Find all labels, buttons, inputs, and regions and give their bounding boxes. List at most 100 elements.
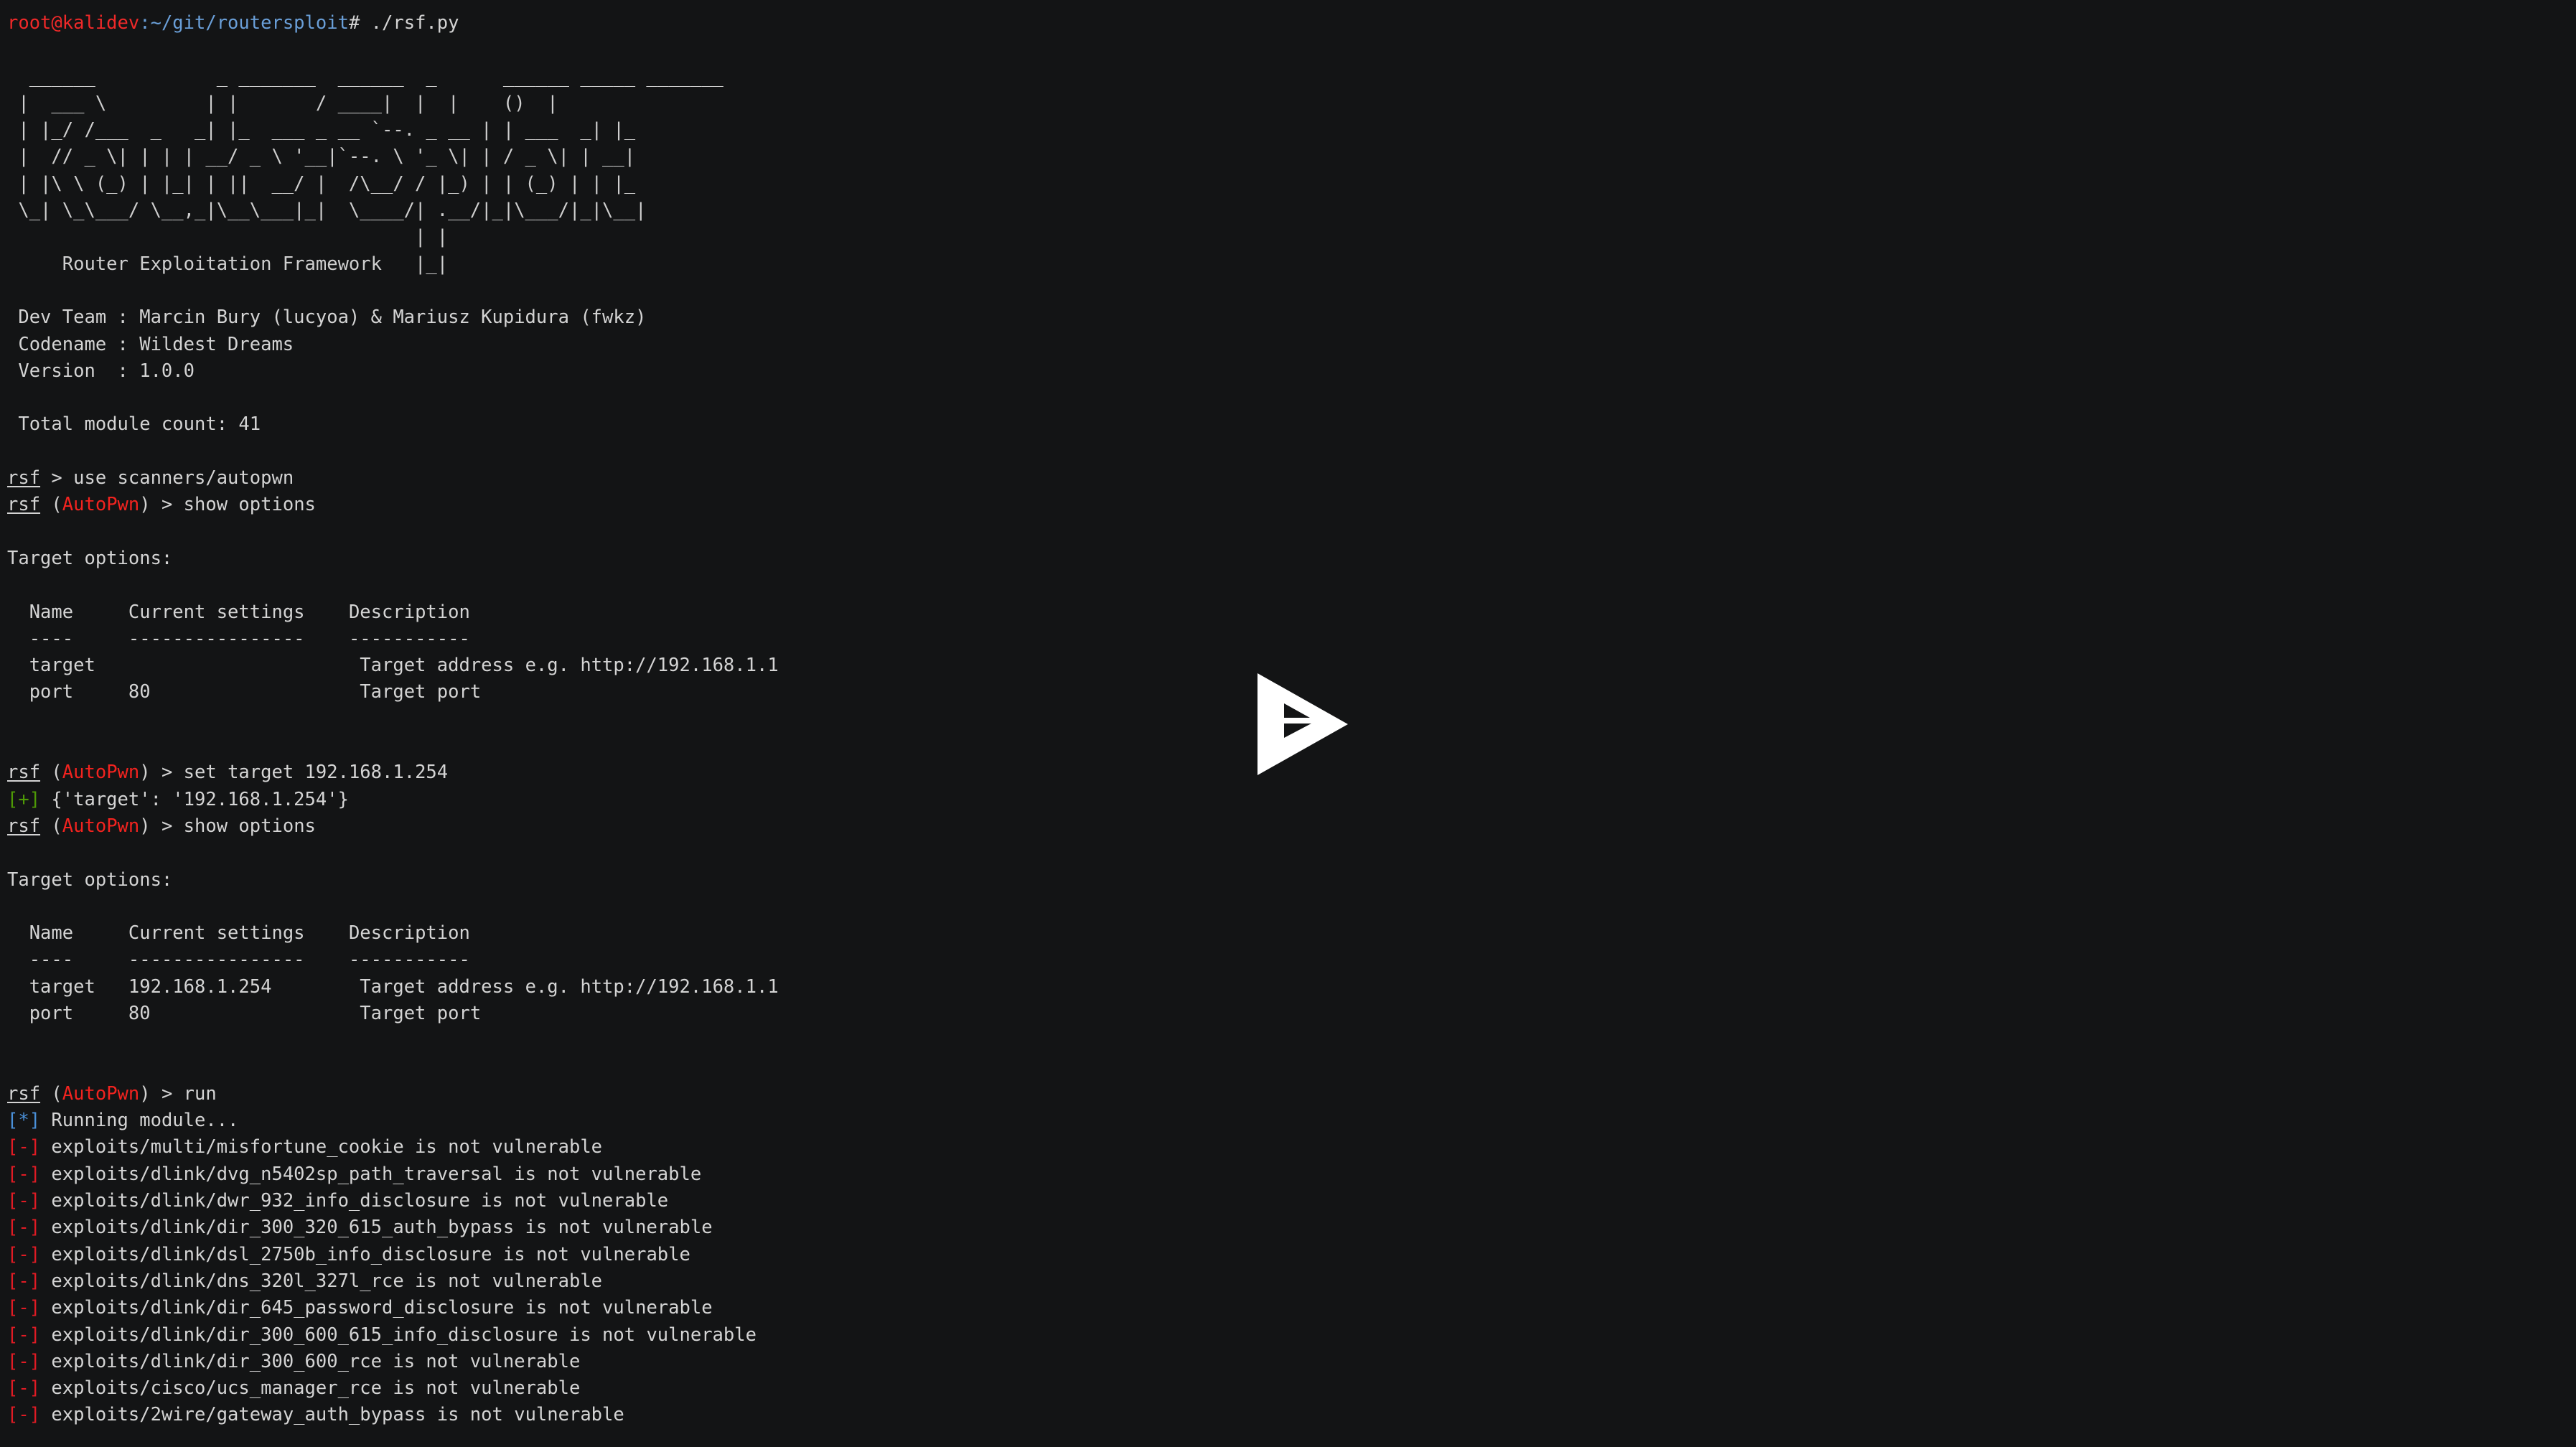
- rsf-command-text: show options: [183, 494, 316, 516]
- rsf-command-run: rsf (AutoPwn) > run: [7, 1081, 2576, 1108]
- banner-dev-team: Dev Team : Marcin Bury (lucyoa) & Marius…: [7, 306, 647, 329]
- rsf-label: rsf: [7, 467, 41, 490]
- ascii-line-2: | ___ \ | | / ____| | | () |: [7, 92, 558, 114]
- col-header-current-settings: Current settings: [128, 922, 305, 945]
- scan-result-text: exploits/dlink/dir_645_password_disclosu…: [40, 1297, 713, 1319]
- shell-sigil: #: [348, 12, 371, 34]
- cell-name: target: [7, 975, 128, 998]
- options-table-after-set: Name Current settings Description ---- -…: [7, 920, 2576, 1027]
- rsf-arrow: >: [150, 494, 184, 516]
- table-header-row: Name Current settings Description: [7, 920, 2576, 947]
- sep-name: ----: [7, 949, 74, 971]
- scan-results-list: [-] exploits/multi/misfortune_cookie is …: [7, 1134, 2576, 1428]
- rsf-label: rsf: [7, 762, 41, 784]
- ascii-line-3: | |_/ /___ _ _| |_ ___ _ __ `--. _ __ | …: [7, 119, 636, 141]
- table-separator-row: ---- ---------------- -----------: [7, 947, 2576, 973]
- scan-result-line: [-] exploits/dlink/dsl_2750b_info_disclo…: [7, 1242, 2576, 1268]
- fail-tag: [-]: [7, 1377, 41, 1400]
- cell-current: 80: [128, 681, 360, 703]
- paren-close: ): [139, 815, 151, 837]
- set-result-text: {'target': '192.168.1.254'}: [40, 788, 349, 810]
- scan-result-line: [-] exploits/cisco/ucs_manager_rce is no…: [7, 1375, 2576, 1402]
- sep-current: ----------------: [128, 949, 305, 971]
- scan-result-text: exploits/dlink/dir_300_600_615_info_disc…: [40, 1324, 757, 1346]
- target-options-heading-1: Target options:: [7, 547, 173, 569]
- fail-tag: [-]: [7, 1404, 41, 1426]
- scan-result-line: [-] exploits/dlink/dns_320l_327l_rce is …: [7, 1268, 2576, 1295]
- rsf-module-name: AutoPwn: [62, 494, 140, 516]
- cell-name: port: [7, 1002, 128, 1024]
- rsf-command-text: show options: [183, 815, 316, 837]
- rsf-command-use: rsf > use scanners/autopwn: [7, 465, 2576, 492]
- play-video-button[interactable]: [1257, 673, 1348, 775]
- col-header-current-settings: Current settings: [128, 601, 305, 623]
- scan-result-text: exploits/multi/misfortune_cookie is not …: [40, 1136, 603, 1158]
- banner-version: Version : 1.0.0: [7, 360, 195, 382]
- sep-current: ----------------: [128, 627, 305, 650]
- fail-tag: [-]: [7, 1270, 41, 1292]
- paren-close: ): [139, 494, 151, 516]
- rsf-label: rsf: [7, 1082, 41, 1105]
- scan-result-text: exploits/dlink/dwr_932_info_disclosure i…: [40, 1190, 669, 1212]
- ascii-line-6: \_| \_\___/ \__,_|\__\___|_| \____/| .__…: [7, 200, 647, 222]
- scan-result-line: [-] exploits/dlink/dwr_932_info_disclosu…: [7, 1188, 2576, 1214]
- ascii-line-7: | |: [7, 226, 449, 248]
- scan-result-line: [-] exploits/dlink/dir_645_password_disc…: [7, 1295, 2576, 1321]
- running-module-line: [*] Running module...: [7, 1108, 2576, 1134]
- rsf-module-name: AutoPwn: [62, 815, 140, 837]
- cell-name: target: [7, 655, 128, 677]
- scan-result-text: exploits/cisco/ucs_manager_rce is not vu…: [40, 1377, 581, 1400]
- rsf-label: rsf: [7, 494, 41, 516]
- cell-description: Target port: [360, 1002, 482, 1024]
- rsf-arrow: >: [150, 815, 184, 837]
- rsf-arrow: >: [150, 1082, 184, 1105]
- shell-prompt-line: root@kalidev:~/git/routersploit# ./rsf.p…: [7, 10, 2576, 37]
- banner-module-count: Total module count: 41: [7, 413, 261, 436]
- rsf-command-text: use scanners/autopwn: [73, 467, 294, 490]
- play-icon: [1257, 673, 1348, 775]
- fail-tag: [-]: [7, 1350, 41, 1372]
- scan-result-line: [-] exploits/2wire/gateway_auth_bypass i…: [7, 1402, 2576, 1428]
- rsf-command-text: run: [183, 1082, 217, 1105]
- sep-description: -----------: [348, 627, 470, 650]
- scan-result-text: exploits/dlink/dir_300_320_615_auth_bypa…: [40, 1217, 713, 1239]
- ascii-line-5: | |\ \ (_) | |_| | || __/ | /\__/ / |_) …: [7, 172, 636, 195]
- table-header-row: Name Current settings Description: [7, 599, 2576, 626]
- scan-result-text: exploits/dlink/dvg_n5402sp_path_traversa…: [40, 1163, 702, 1185]
- routersploit-ascii-banner: ______ _ _______ ______ _ ______ _____ _…: [7, 64, 2576, 278]
- scan-result-text: exploits/dlink/dir_300_600_rce is not vu…: [40, 1350, 581, 1372]
- cell-current: 80: [128, 1002, 360, 1024]
- ascii-line-8-framework-title: Router Exploitation Framework |_|: [7, 253, 449, 275]
- sep-name: ----: [7, 627, 74, 650]
- cell-description: Target port: [360, 681, 482, 703]
- running-text: Running module...: [40, 1110, 239, 1132]
- cell-name: port: [7, 681, 128, 703]
- scan-result-line: [-] exploits/dlink/dir_300_320_615_auth_…: [7, 1214, 2576, 1241]
- sep-description: -----------: [348, 949, 470, 971]
- fail-tag: [-]: [7, 1243, 41, 1265]
- table-separator-row: ---- ---------------- -----------: [7, 626, 2576, 652]
- paren-close: ): [139, 1082, 151, 1105]
- fail-tag: [-]: [7, 1163, 41, 1185]
- rsf-arrow: >: [150, 762, 184, 784]
- scan-result-line: [-] exploits/multi/misfortune_cookie is …: [7, 1134, 2576, 1161]
- col-header-description: Description: [348, 601, 470, 623]
- scan-result-line: [-] exploits/dlink/dir_300_600_615_info_…: [7, 1322, 2576, 1349]
- cell-description: Target address e.g. http://192.168.1.1: [360, 975, 779, 998]
- shell-user-host: root@kalidev: [7, 12, 140, 34]
- terminal-window[interactable]: root@kalidev:~/git/routersploit# ./rsf.p…: [0, 0, 2576, 1447]
- rsf-module-name: AutoPwn: [62, 762, 140, 784]
- rsf-label: rsf: [7, 815, 41, 837]
- cell-current: [128, 655, 360, 676]
